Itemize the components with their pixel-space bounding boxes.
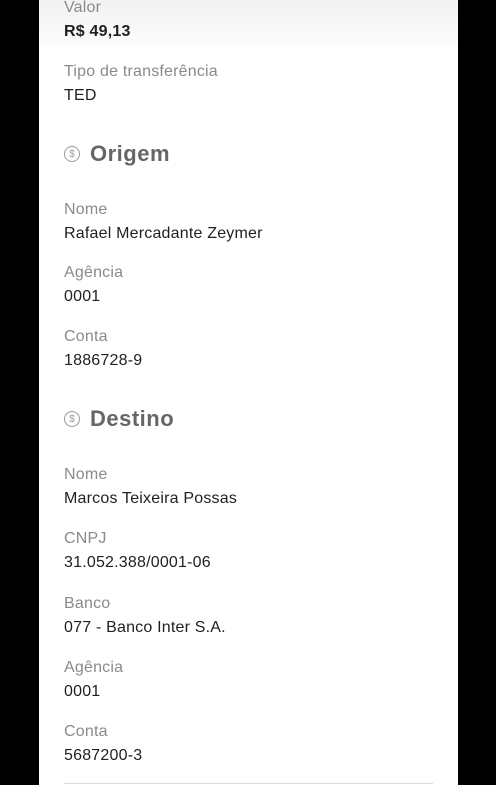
- destino-banco-label: Banco: [64, 595, 111, 612]
- origem-section-header: $ Origem: [64, 141, 170, 167]
- origem-conta-field: Conta 1886728-9: [64, 327, 142, 371]
- destino-conta-value: 5687200-3: [64, 747, 143, 764]
- destino-agencia-field: Agência 0001: [64, 658, 123, 702]
- tipo-label: Tipo de transferência: [64, 63, 218, 80]
- origem-nome-value: Rafael Mercadante Zeymer: [64, 225, 263, 242]
- destino-nome-label: Nome: [64, 466, 108, 483]
- destino-section-header: $ Destino: [64, 406, 174, 432]
- destino-conta-label: Conta: [64, 723, 108, 740]
- destino-agencia-label: Agência: [64, 659, 124, 676]
- valor-value: R$ 49,13: [64, 23, 131, 40]
- origem-nome-label: Nome: [64, 201, 108, 218]
- destino-banco-field: Banco 077 - Banco Inter S.A.: [64, 594, 226, 638]
- destino-agencia-value: 0001: [64, 683, 101, 700]
- destino-cnpj-label: CNPJ: [64, 530, 107, 547]
- origem-conta-label: Conta: [64, 328, 108, 345]
- origem-nome-field: Nome Rafael Mercadante Zeymer: [64, 200, 263, 244]
- destino-nome-value: Marcos Teixeira Possas: [64, 490, 238, 507]
- bottom-divider: [64, 783, 433, 784]
- tipo-value: TED: [64, 87, 97, 104]
- destino-nome-field: Nome Marcos Teixeira Possas: [64, 465, 237, 509]
- origem-agencia-label: Agência: [64, 264, 124, 281]
- tipo-field: Tipo de transferência TED: [64, 62, 218, 106]
- origem-agencia-value: 0001: [64, 288, 101, 305]
- origem-conta-value: 1886728-9: [64, 352, 143, 369]
- destino-banco-value: 077 - Banco Inter S.A.: [64, 619, 226, 636]
- destino-cnpj-field: CNPJ 31.052.388/0001-06: [64, 529, 211, 573]
- dollar-coin-icon: $: [64, 146, 80, 162]
- destino-cnpj-value: 31.052.388/0001-06: [64, 554, 211, 571]
- destino-title: Destino: [90, 406, 175, 431]
- destino-conta-field: Conta 5687200-3: [64, 722, 142, 766]
- valor-label: Valor: [64, 0, 102, 16]
- origem-title: Origem: [90, 141, 171, 166]
- origem-agencia-field: Agência 0001: [64, 263, 123, 307]
- valor-field: Valor R$ 49,13: [64, 0, 131, 42]
- dollar-coin-icon: $: [64, 411, 80, 427]
- receipt-panel: Valor R$ 49,13 Tipo de transferência TED…: [39, 0, 458, 785]
